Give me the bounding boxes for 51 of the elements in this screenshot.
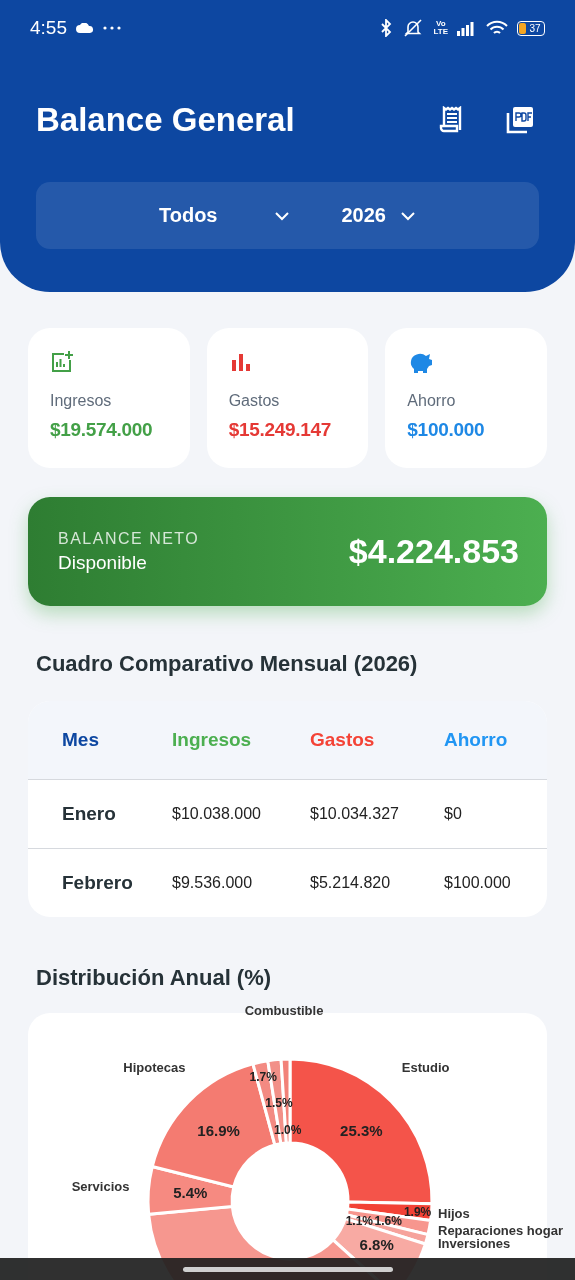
card-amount: $100.000 <box>407 419 485 441</box>
card-label: Gastos <box>228 392 280 410</box>
muted-bell-icon <box>402 19 425 37</box>
more-icon <box>103 26 121 30</box>
network-label: Vo LTE <box>433 20 448 36</box>
balance-amount: $4.224.853 <box>348 532 519 571</box>
slice-category: Servicios <box>71 1178 130 1194</box>
filter-dropdown[interactable]: 2026 <box>333 200 424 231</box>
column-header: Ahorro <box>444 729 508 751</box>
wifi-icon <box>486 20 508 36</box>
column-header: Gastos <box>310 729 376 751</box>
section-title: Distribución Anual (%) <box>36 965 273 991</box>
bluetooth-icon <box>379 19 394 37</box>
slice-category: Estudio <box>401 1059 450 1075</box>
table-cell: $100.000 <box>444 874 511 892</box>
cloud-icon <box>76 23 94 33</box>
chevron-down-icon <box>273 210 290 221</box>
slice-category: Reparaciones hogar <box>438 1223 563 1238</box>
slice-category: Combustible <box>244 1003 324 1019</box>
table-cell-text: Enero <box>62 803 117 825</box>
table-cell: $0 <box>444 805 462 823</box>
table-cell-text: $10.038.000 <box>172 805 262 823</box>
column-header: Ingresos <box>172 729 253 751</box>
card-label: Ingresos <box>50 392 112 410</box>
chevron-down-icon <box>400 210 416 221</box>
status-time: 4:55 <box>30 17 67 39</box>
slice-value: 16.9% <box>197 1121 240 1139</box>
home-indicator[interactable] <box>182 1266 393 1272</box>
slice-value: 25.3% <box>340 1121 383 1139</box>
table-cell-text: $10.034.327 <box>310 805 400 823</box>
card-amount: $15.249.147 <box>228 419 332 441</box>
table-cell-text: $9.536.000 <box>172 874 254 892</box>
column-header: Mes <box>62 729 100 751</box>
slice-value: 1.6% <box>374 1213 402 1228</box>
slice-value: 5.4% <box>173 1184 208 1202</box>
balance-title: BALANCE NETO <box>58 529 200 548</box>
slice-value: 6.8% <box>359 1236 394 1253</box>
table-cell-text: Febrero <box>62 872 134 894</box>
slice-category: Hijos <box>438 1205 470 1221</box>
battery-icon: 37 <box>517 20 545 36</box>
filter-dropdown[interactable]: Todos <box>151 200 298 231</box>
slice-value: 1.1% <box>345 1214 373 1229</box>
signal-icon <box>457 20 477 36</box>
slice-category: Inversiones <box>438 1236 511 1252</box>
card-amount: $19.574.000 <box>50 419 153 441</box>
card-label: Ahorro <box>407 392 456 410</box>
balance-subtitle: Disponible <box>58 551 148 574</box>
page-title: Balance General <box>36 101 296 139</box>
table-cell-text: $5.214.820 <box>310 874 392 892</box>
section-title: Cuadro Comparativo Mensual (2026) <box>36 651 419 677</box>
slice-category: Hipotecas <box>123 1059 186 1075</box>
